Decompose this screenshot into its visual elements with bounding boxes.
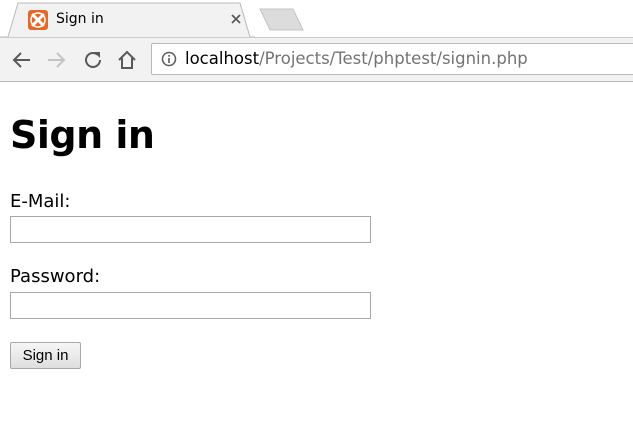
tab-active[interactable]: Sign in xyxy=(0,2,255,38)
browser-window: Sign in localhost/Projects/Test/phptest/… xyxy=(0,0,633,422)
reload-icon[interactable] xyxy=(81,48,105,72)
forward-arrow-icon[interactable] xyxy=(44,48,68,72)
home-icon[interactable] xyxy=(115,48,139,72)
page-title: Sign in xyxy=(10,113,155,157)
email-field[interactable] xyxy=(10,216,371,243)
password-label: Password: xyxy=(10,266,101,287)
page-content: Sign in E-Mail: Password: Sign in xyxy=(10,82,630,422)
address-bar[interactable]: localhost/Projects/Test/phptest/signin.p… xyxy=(151,43,633,75)
browser-toolbar: localhost/Projects/Test/phptest/signin.p… xyxy=(0,37,633,82)
url-text[interactable]: localhost/Projects/Test/phptest/signin.p… xyxy=(185,49,528,69)
tab-title: Sign in xyxy=(56,11,104,27)
new-tab-button[interactable] xyxy=(259,8,305,32)
email-label: E-Mail: xyxy=(10,191,71,212)
close-tab-icon[interactable] xyxy=(229,12,243,26)
info-icon[interactable] xyxy=(161,51,177,67)
xampp-favicon-icon xyxy=(28,10,48,30)
password-field[interactable] xyxy=(10,292,371,319)
url-host: localhost xyxy=(185,49,260,68)
sign-in-button[interactable]: Sign in xyxy=(10,342,81,369)
back-arrow-icon[interactable] xyxy=(10,48,34,72)
tab-strip: Sign in xyxy=(0,0,633,38)
url-path: /Projects/Test/phptest/signin.php xyxy=(259,49,528,68)
